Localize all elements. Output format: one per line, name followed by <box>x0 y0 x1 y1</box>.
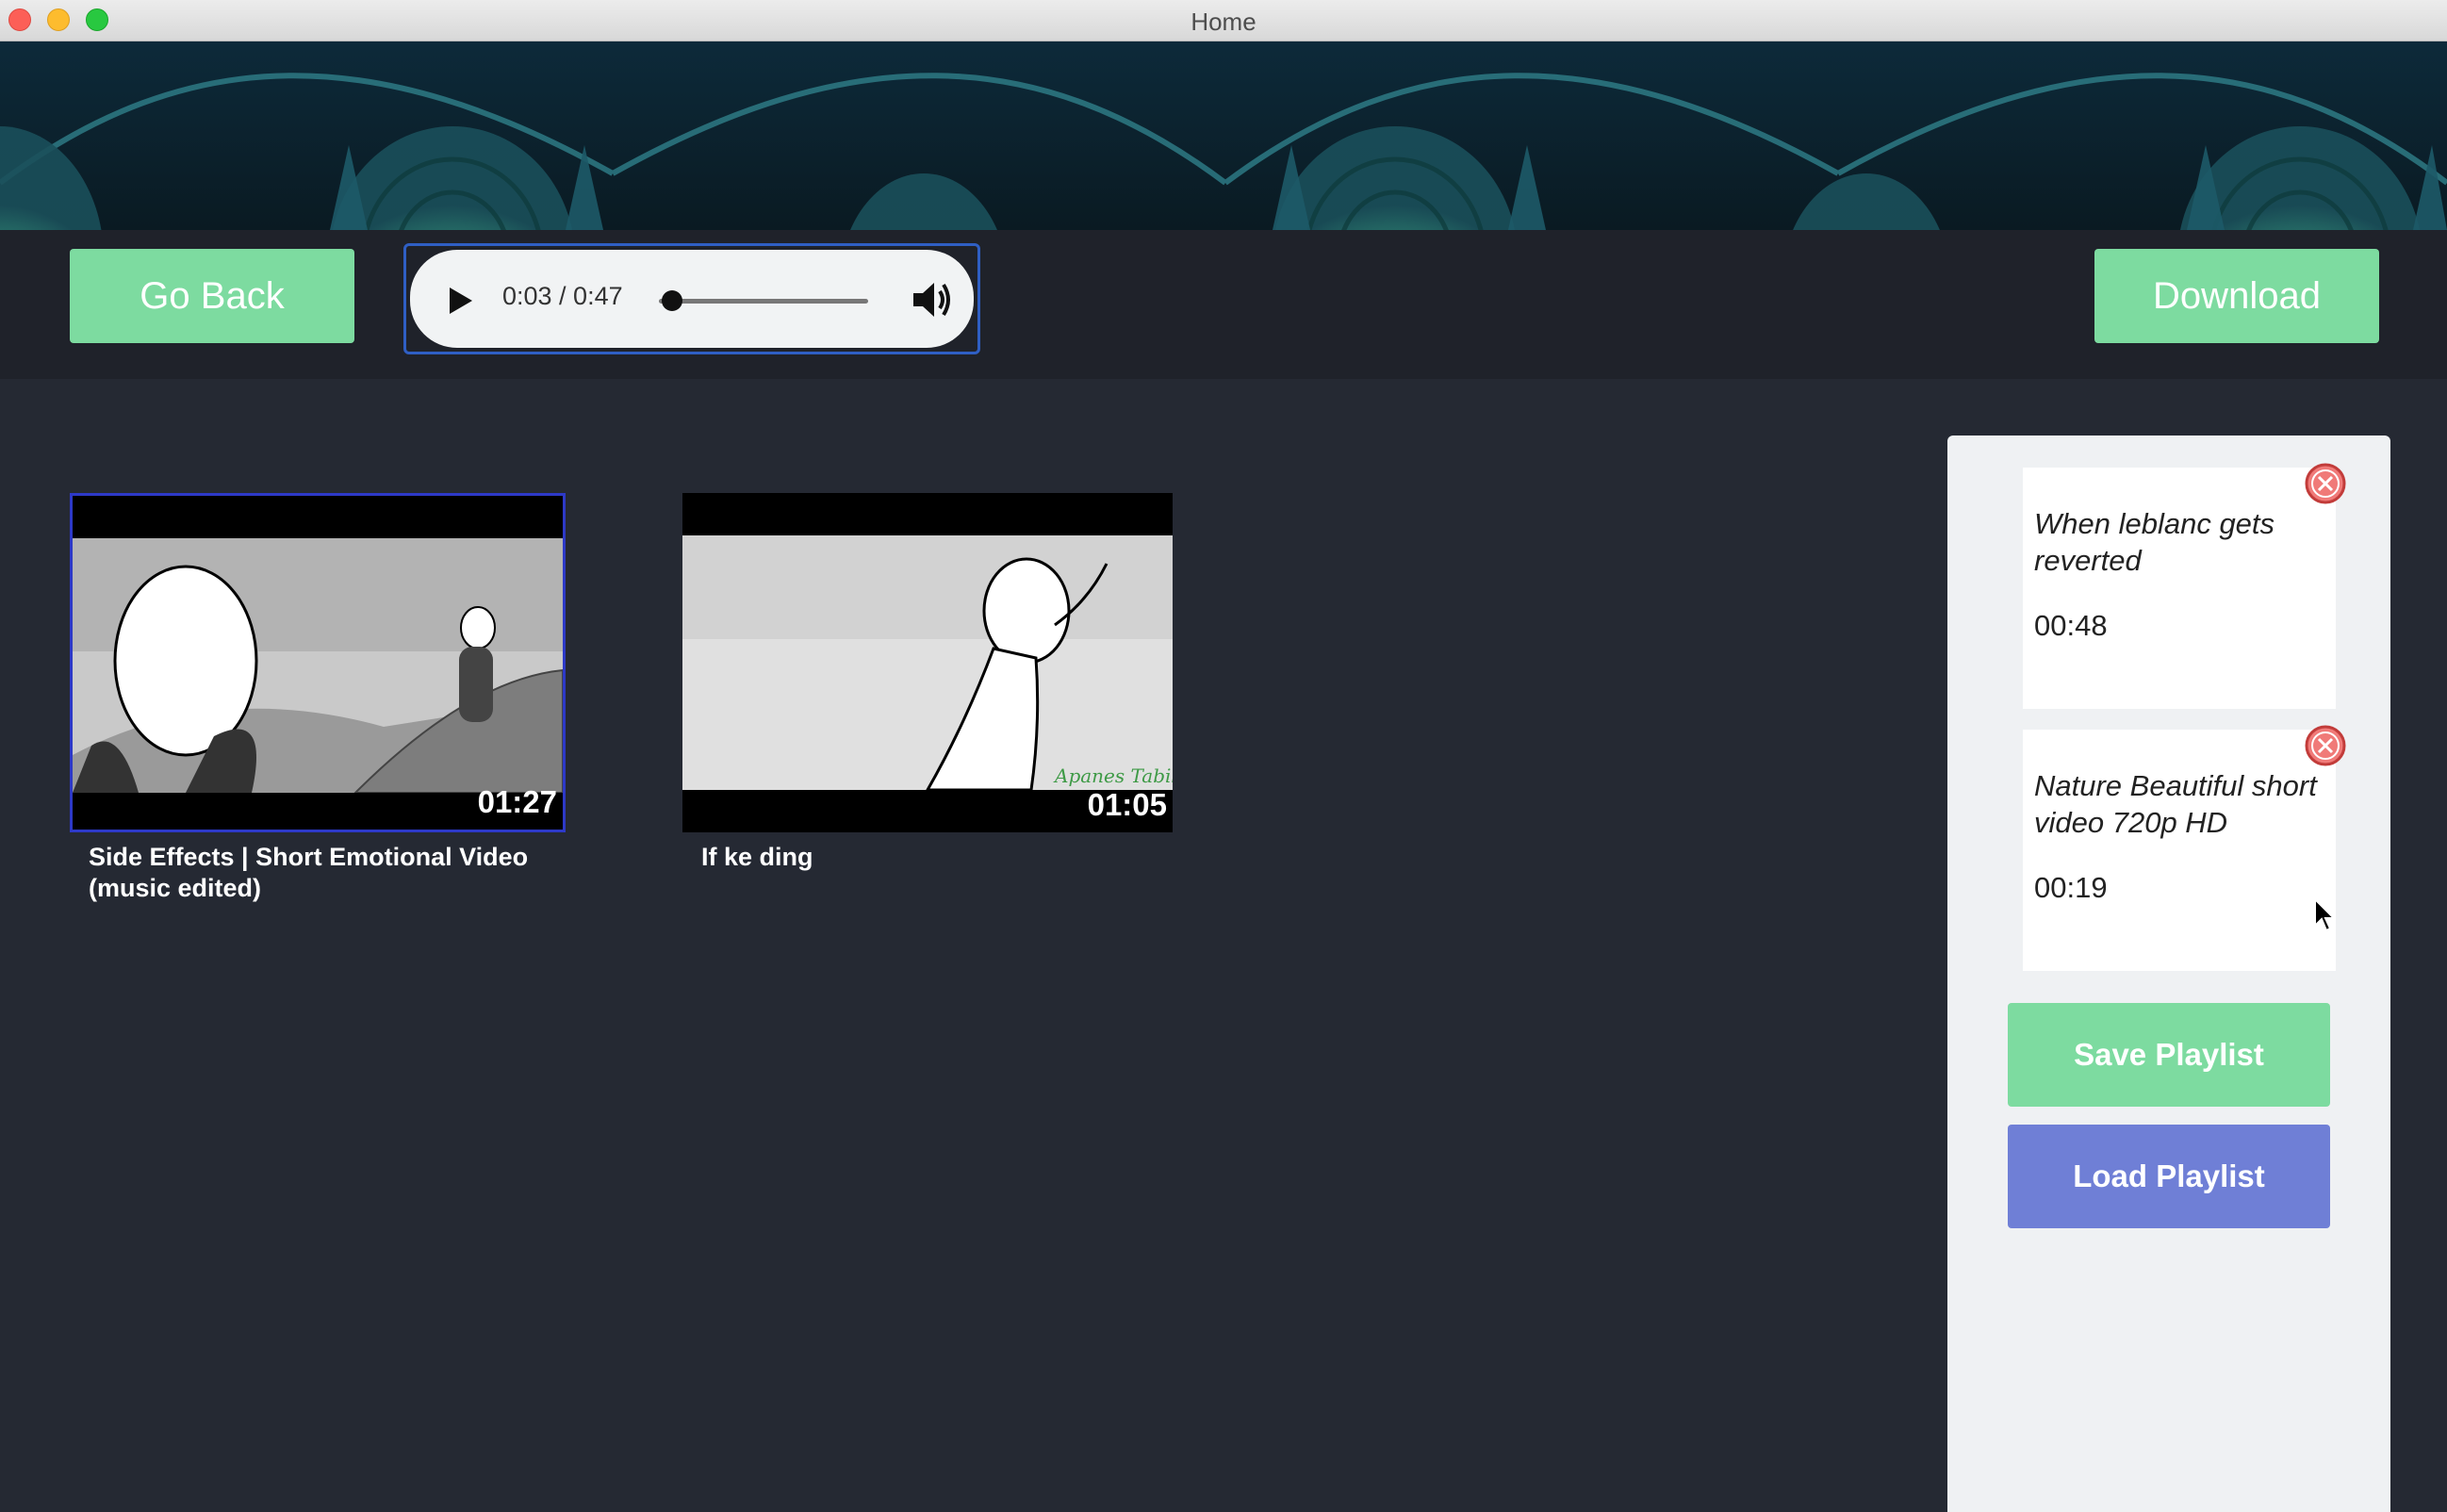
video-thumbnail-image <box>73 538 563 793</box>
playlist-item-title: Nature Beautiful short video 720p HD <box>2034 769 2317 839</box>
playlist-item-duration: 00:48 <box>2034 609 2108 642</box>
remove-icon[interactable] <box>2304 724 2347 767</box>
load-playlist-button[interactable]: Load Playlist <box>2008 1125 2330 1228</box>
playlist-panel: When leblanc gets reverted 00:48 Nature … <box>1947 436 2390 1512</box>
video-duration: 01:05 <box>1087 787 1167 822</box>
video-card[interactable]: Apanes Tabikan 01:05 If ke ding <box>682 493 1173 873</box>
audio-time-display: 0:03 / 0:47 <box>502 282 623 310</box>
header-banner <box>0 41 2447 230</box>
playlist-item[interactable]: When leblanc gets reverted 00:48 <box>2023 463 2346 709</box>
save-playlist-button[interactable]: Save Playlist <box>2008 1003 2330 1107</box>
toolbar: Go Back 0:03 / 0:47 Download <box>0 230 2447 379</box>
playlist-item-title: When leblanc gets reverted <box>2034 507 2275 577</box>
audio-player[interactable]: 0:03 / 0:47 <box>403 243 980 354</box>
audio-seek-thumb[interactable] <box>662 290 683 311</box>
play-icon[interactable] <box>448 286 474 316</box>
video-thumbnail-image: Apanes Tabikan <box>682 535 1173 790</box>
playlist-item[interactable]: Nature Beautiful short video 720p HD 00:… <box>2023 725 2346 971</box>
video-thumbnail[interactable]: 01:27 <box>70 493 566 832</box>
video-title: If ke ding <box>701 843 813 871</box>
playlist-item-duration: 00:19 <box>2034 871 2108 904</box>
download-button[interactable]: Download <box>2094 249 2379 343</box>
video-card[interactable]: 01:27 Side Effects | Short Emotional Vid… <box>70 493 566 904</box>
audio-controls: 0:03 / 0:47 <box>410 250 974 348</box>
window-title: Home <box>1191 8 1256 36</box>
video-duration: 01:27 <box>477 784 557 819</box>
volume-icon[interactable] <box>911 280 953 320</box>
window-titlebar: Home <box>0 0 2447 41</box>
remove-icon[interactable] <box>2304 462 2347 505</box>
mouse-cursor-icon <box>2314 897 2336 932</box>
audio-seek-slider[interactable] <box>659 299 868 304</box>
go-back-button[interactable]: Go Back <box>70 249 354 343</box>
video-thumbnail[interactable]: Apanes Tabikan 01:05 <box>682 493 1173 832</box>
svg-text:Apanes Tabikan: Apanes Tabikan <box>1053 764 1173 787</box>
video-title: Side Effects | Short Emotional Video (mu… <box>89 843 529 902</box>
